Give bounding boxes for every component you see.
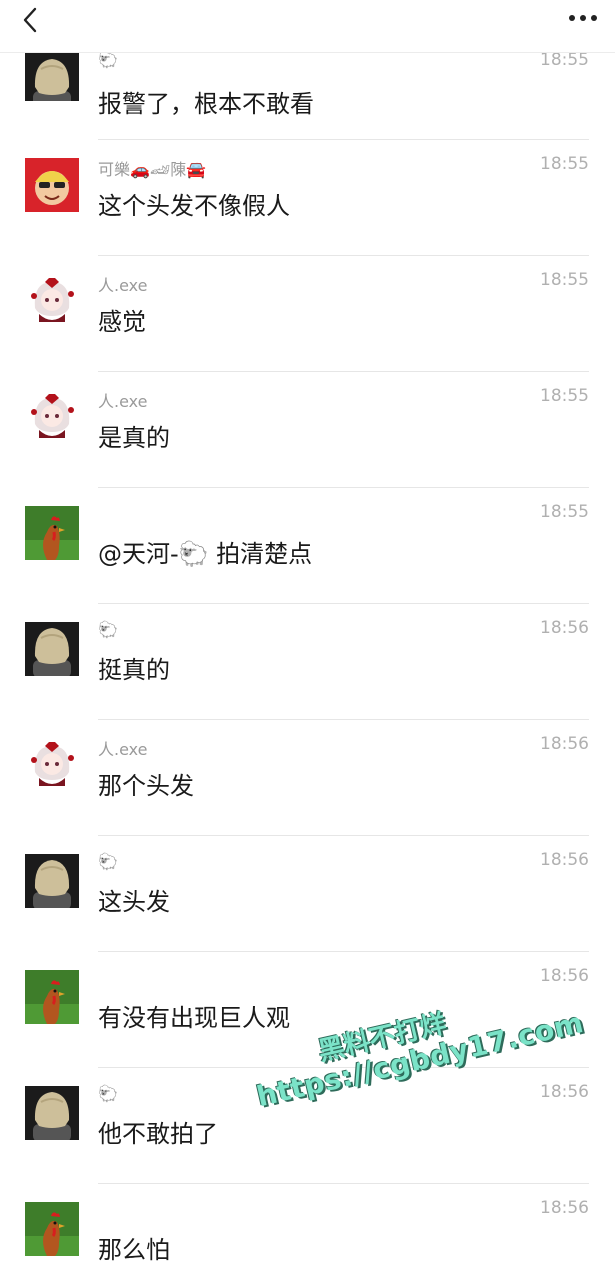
message-text: 有没有出现巨人观	[98, 1004, 290, 1032]
message-text: 这头发	[98, 888, 170, 916]
message-text: 是真的	[98, 424, 170, 452]
sender-name: 人.exe	[98, 392, 148, 411]
anime-girl-avatar[interactable]	[25, 738, 79, 792]
message-item[interactable]: 可樂🚗🏎陳🚘 18:55 这个头发不像假人	[0, 140, 615, 256]
message-time: 18:55	[540, 270, 589, 290]
message-text: 报警了，根本不敢看	[98, 90, 314, 118]
rooster-avatar[interactable]	[25, 970, 79, 1024]
message-item[interactable]: 🐑 18:56 他不敢拍了	[0, 1068, 615, 1184]
message-item[interactable]: 18:56 有没有出现巨人观	[0, 952, 615, 1068]
chevron-left-icon[interactable]	[18, 6, 46, 34]
bob-hair-avatar[interactable]	[25, 1086, 79, 1140]
message-list[interactable]: 🐑 18:55 报警了，根本不敢看可樂🚗🏎陳🚘 18:55 这个头发不像假人人.exe 1…	[0, 53, 615, 1280]
message-time: 18:55	[540, 386, 589, 406]
message-text: @天河-🐑 拍清楚点	[98, 540, 313, 568]
message-time: 18:56	[540, 1198, 589, 1218]
message-text: 感觉	[98, 308, 146, 336]
message-text: 挺真的	[98, 656, 170, 684]
message-time: 18:55	[540, 502, 589, 522]
sender-name: 🐑	[98, 53, 118, 69]
sender-name: 🐑	[98, 1084, 118, 1103]
message-time: 18:55	[540, 154, 589, 174]
message-text: 这个头发不像假人	[98, 192, 290, 220]
message-item[interactable]: 🐑 18:56 挺真的	[0, 604, 615, 720]
sender-name: 可樂🚗🏎陳🚘	[98, 160, 207, 179]
message-item[interactable]: 人.exe 18:55 是真的	[0, 372, 615, 488]
sender-name: 人.exe	[98, 740, 148, 759]
sender-name: 🐑	[98, 620, 118, 639]
top-bar	[0, 0, 615, 53]
message-item[interactable]: 人.exe 18:55 感觉	[0, 256, 615, 372]
message-time: 18:56	[540, 734, 589, 754]
message-time: 18:56	[540, 1082, 589, 1102]
message-text: 他不敢拍了	[98, 1120, 218, 1148]
sender-name: 人.exe	[98, 276, 148, 295]
rooster-avatar[interactable]	[25, 1202, 79, 1256]
message-text: 那么怕	[98, 1236, 170, 1264]
message-item[interactable]: 🐑 18:55 报警了，根本不敢看	[0, 53, 615, 140]
anime-girl-avatar[interactable]	[25, 274, 79, 328]
message-time: 18:56	[540, 850, 589, 870]
bob-hair-avatar[interactable]	[25, 53, 79, 101]
message-item[interactable]: 人.exe 18:56 那个头发	[0, 720, 615, 836]
message-time: 18:55	[540, 53, 589, 70]
message-item[interactable]: 18:56 那么怕	[0, 1184, 615, 1280]
message-time: 18:56	[540, 618, 589, 638]
message-item[interactable]: 18:55 @天河-🐑 拍清楚点	[0, 488, 615, 604]
message-time: 18:56	[540, 966, 589, 986]
cartoon-man-avatar[interactable]	[25, 158, 79, 212]
sender-name: 🐑	[98, 852, 118, 871]
rooster-avatar[interactable]	[25, 506, 79, 560]
anime-girl-avatar[interactable]	[25, 390, 79, 444]
more-dots-icon[interactable]	[567, 8, 599, 28]
bob-hair-avatar[interactable]	[25, 622, 79, 676]
bob-hair-avatar[interactable]	[25, 854, 79, 908]
message-text: 那个头发	[98, 772, 194, 800]
message-item[interactable]: 🐑 18:56 这头发	[0, 836, 615, 952]
